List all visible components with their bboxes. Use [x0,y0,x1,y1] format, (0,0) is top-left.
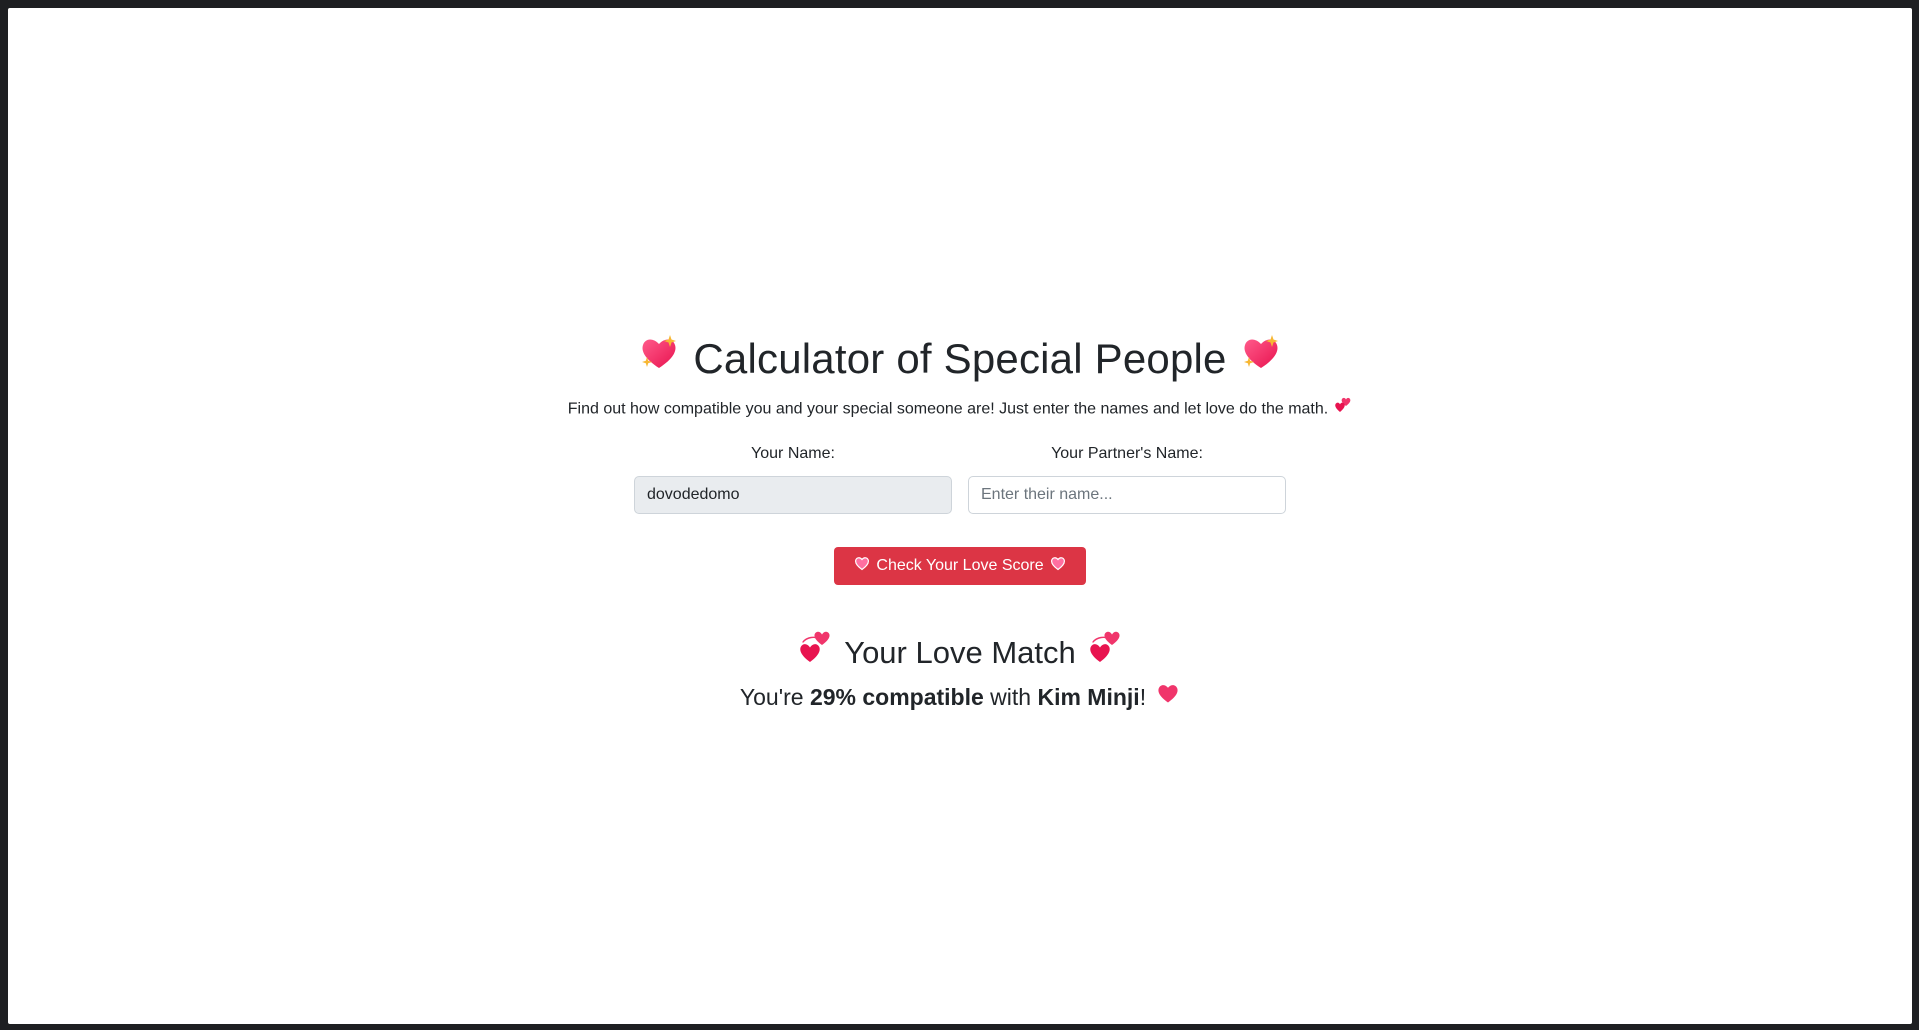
page-subtitle: Find out how compatible you and your spe… [8,397,1912,422]
revolving-hearts-icon [1087,629,1123,677]
button-wrapper: Check Your Love Score [8,546,1912,585]
two-hearts-icon [1334,395,1352,420]
result-middle: with [990,683,1032,710]
heart-icon [854,555,870,576]
result-suffix: ! [1139,683,1147,710]
your-name-field: Your Name: [634,444,952,514]
partner-name-label: Your Partner's Name: [1051,444,1203,462]
main-container: Calculator of Special People Find out ho… [8,328,1912,715]
browser-viewport: Calculator of Special People Find out ho… [8,8,1912,1024]
partner-name-field: Your Partner's Name: [968,444,1286,514]
sparkling-heart-icon [1241,328,1281,390]
red-heart-icon [1156,681,1180,713]
partner-name-input[interactable] [968,475,1286,514]
subtitle-text: Find out how compatible you and your spe… [567,400,1329,418]
your-name-label: Your Name: [751,444,835,462]
result-title-text: Your Love Match [844,635,1076,671]
revolving-hearts-icon [797,629,833,677]
compatibility-percent: 29% compatible [809,683,984,710]
result-prefix: You're [739,683,804,710]
your-name-input[interactable] [634,475,952,514]
partner-name-result: Kim Minji [1037,683,1140,710]
title-text: Calculator of Special People [693,335,1227,382]
result-title: Your Love Match [8,631,1912,679]
result-text: You're 29% compatible with Kim Minji! [8,681,1912,715]
heart-icon [1050,555,1066,576]
sparkling-heart-icon [639,328,679,390]
name-form: Your Name: Your Partner's Name: [634,444,1286,514]
button-label: Check Your Love Score [876,556,1044,574]
check-love-score-button[interactable]: Check Your Love Score [834,546,1086,585]
page-title: Calculator of Special People [8,328,1912,393]
